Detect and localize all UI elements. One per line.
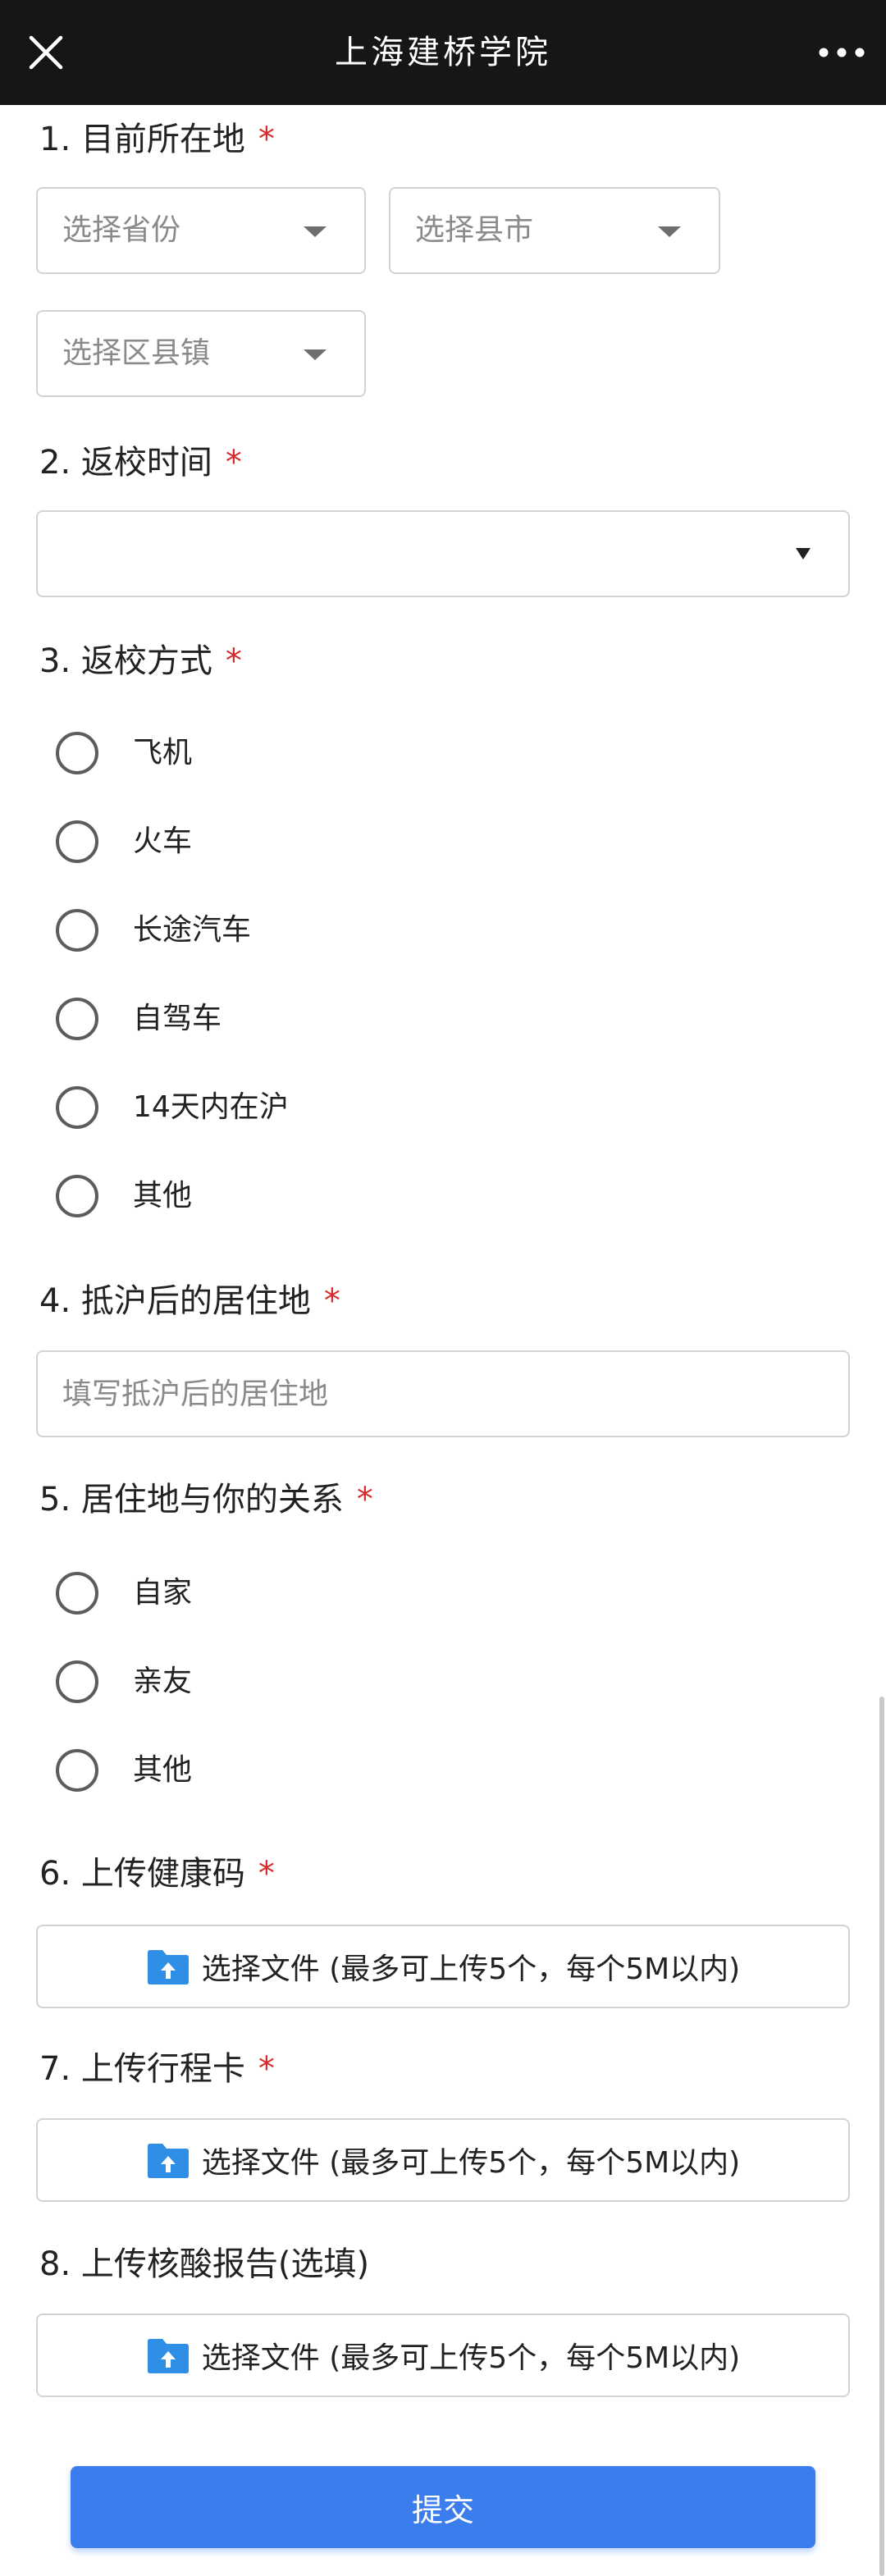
radio-label: 自驾车 — [133, 1002, 222, 1035]
folder-upload-icon — [147, 1950, 189, 1985]
radio-option-other[interactable]: 其他 — [56, 1736, 548, 1805]
radio-option-other[interactable]: 其他 — [56, 1162, 548, 1231]
radio-label: 亲友 — [133, 1665, 193, 1698]
required-mark: * — [225, 444, 242, 482]
caret-down-icon — [796, 548, 811, 560]
question-2-text: 2. 返校时间 — [39, 444, 212, 482]
radio-button[interactable] — [56, 732, 98, 774]
question-7-text: 7. 上传行程卡 — [39, 2050, 245, 2088]
vertical-scrollbar[interactable] — [879, 1697, 884, 2576]
more-horizontal-icon[interactable] — [815, 30, 868, 75]
question-4-label: 4. 抵沪后的居住地 * — [39, 1285, 340, 1318]
question-5-text: 5. 居住地与你的关系 — [39, 1481, 344, 1519]
radio-label: 自家 — [133, 1576, 193, 1610]
radio-button[interactable] — [56, 1660, 98, 1703]
caret-down-icon — [304, 226, 327, 237]
radio-label: 飞机 — [133, 736, 193, 770]
question-6-text: 6. 上传健康码 — [39, 1855, 245, 1893]
residence-input[interactable] — [36, 1350, 850, 1437]
caret-down-icon — [304, 349, 327, 360]
radio-button[interactable] — [56, 1175, 98, 1217]
question-7-label: 7. 上传行程卡 * — [39, 2053, 275, 2085]
submit-button[interactable]: 提交 — [71, 2466, 815, 2548]
page-title: 上海建桥学院 — [335, 34, 551, 71]
question-2-label: 2. 返校时间 * — [39, 446, 242, 479]
radio-option-self-drive[interactable]: 自驾车 — [56, 984, 548, 1053]
folder-upload-icon — [147, 2144, 189, 2178]
radio-button[interactable] — [56, 1572, 98, 1615]
caret-down-icon — [658, 226, 681, 237]
upload-health-code-button[interactable]: 选择文件 (最多可上传5个，每个5M以内) — [36, 1925, 850, 2008]
radio-option-train[interactable]: 火车 — [56, 807, 548, 876]
question-5-label: 5. 居住地与你的关系 * — [39, 1483, 373, 1516]
required-mark: * — [323, 1282, 340, 1320]
question-8-text: 8. 上传核酸报告(选填) — [39, 2245, 370, 2283]
question-1-text: 1. 目前所在地 — [39, 121, 245, 158]
required-mark: * — [258, 2050, 275, 2088]
radio-option-plane[interactable]: 飞机 — [56, 719, 548, 788]
radio-label: 14天内在沪 — [133, 1090, 289, 1124]
required-mark: * — [258, 1855, 275, 1893]
top-nav-bar: 上海建桥学院 — [0, 0, 886, 105]
upload-nucleic-acid-report-button[interactable]: 选择文件 (最多可上传5个，每个5M以内) — [36, 2313, 850, 2397]
radio-option-in-shanghai-14-days[interactable]: 14天内在沪 — [56, 1073, 548, 1142]
radio-button[interactable] — [56, 820, 98, 863]
radio-button[interactable] — [56, 909, 98, 952]
radio-label: 其他 — [133, 1179, 193, 1213]
upload-label: 选择文件 (最多可上传5个，每个5M以内) — [201, 1953, 741, 1986]
radio-button[interactable] — [56, 998, 98, 1040]
upload-label: 选择文件 (最多可上传5个，每个5M以内) — [201, 2341, 741, 2375]
question-6-label: 6. 上传健康码 * — [39, 1857, 275, 1890]
radio-option-relatives[interactable]: 亲友 — [56, 1647, 548, 1716]
radio-label: 火车 — [133, 824, 193, 858]
radio-button[interactable] — [56, 1086, 98, 1129]
folder-upload-icon — [147, 2339, 189, 2373]
upload-label: 选择文件 (最多可上传5个，每个5M以内) — [201, 2146, 741, 2180]
return-date-select[interactable] — [36, 510, 850, 597]
upload-travel-card-button[interactable]: 选择文件 (最多可上传5个，每个5M以内) — [36, 2118, 850, 2202]
required-mark: * — [356, 1481, 373, 1519]
radio-label: 其他 — [133, 1753, 193, 1787]
city-select[interactable]: 选择县市 — [389, 187, 720, 274]
question-4-text: 4. 抵沪后的居住地 — [39, 1282, 311, 1320]
required-mark: * — [225, 642, 242, 680]
radio-label: 长途汽车 — [133, 913, 252, 947]
question-3-label: 3. 返校方式 * — [39, 645, 242, 678]
required-mark: * — [258, 121, 275, 158]
question-8-label: 8. 上传核酸报告(选填) — [39, 2248, 369, 2281]
province-select[interactable]: 选择省份 — [36, 187, 366, 274]
district-placeholder: 选择区县镇 — [62, 336, 211, 370]
radio-option-own-home[interactable]: 自家 — [56, 1559, 548, 1628]
radio-button[interactable] — [56, 1749, 98, 1792]
close-icon[interactable] — [23, 30, 69, 75]
radio-option-coach[interactable]: 长途汽车 — [56, 896, 548, 965]
district-select[interactable]: 选择区县镇 — [36, 310, 366, 397]
question-1-label: 1. 目前所在地 * — [39, 123, 275, 156]
question-3-text: 3. 返校方式 — [39, 642, 212, 680]
city-placeholder: 选择县市 — [415, 213, 534, 247]
province-placeholder: 选择省份 — [62, 213, 181, 247]
